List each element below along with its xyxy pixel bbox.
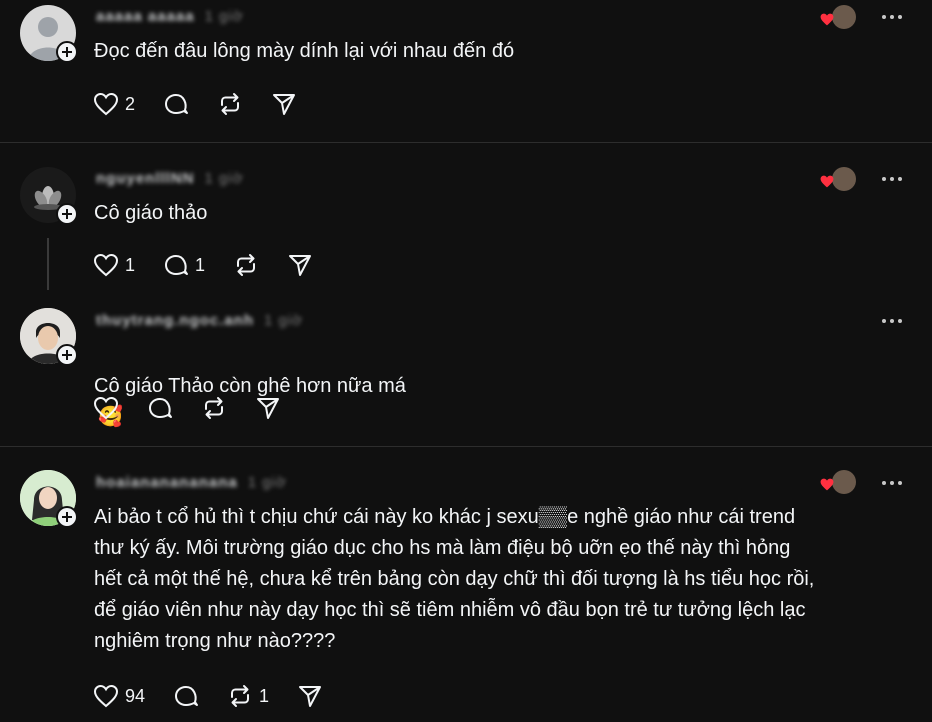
heart-outline-icon bbox=[93, 684, 119, 708]
author-liked-badge bbox=[820, 5, 856, 35]
more-dots-icon[interactable] bbox=[880, 172, 904, 186]
username[interactable]: nguyenlllNN 1 giờ bbox=[96, 170, 244, 188]
username[interactable]: thuytrang.ngoc.anh 1 giờ bbox=[96, 312, 303, 330]
like-count: 2 bbox=[125, 93, 136, 114]
action-bar: 2 bbox=[93, 90, 325, 118]
comment-bubble-icon bbox=[165, 255, 189, 275]
action-bar bbox=[93, 394, 309, 422]
username[interactable]: hoaiananananana 1 giờ bbox=[96, 474, 287, 492]
follow-button[interactable] bbox=[56, 203, 78, 225]
repost-arrows-icon bbox=[231, 685, 250, 707]
comment-bubble-icon bbox=[175, 686, 199, 706]
post-3: thuytrang.ngoc.anh 1 giờ Cô giáo Thảo còn… bbox=[0, 292, 932, 446]
heart-outline-icon bbox=[93, 396, 119, 420]
post-1: aaaaa aaaaa 1 giờ Đọc đến đâu lông mày dí… bbox=[0, 0, 932, 142]
share-button[interactable] bbox=[287, 252, 313, 278]
username-text[interactable]: nguyenlllNN bbox=[96, 170, 195, 187]
action-bar: 1 1 bbox=[93, 251, 341, 279]
post-text: Đọc đến đâu lông mày dính lại với nhau đ… bbox=[94, 40, 515, 62]
action-bar: 94 1 bbox=[93, 682, 351, 710]
heart-filled-icon bbox=[820, 175, 834, 188]
send-paper-plane-icon bbox=[273, 94, 296, 115]
comment-bubble-icon bbox=[165, 94, 189, 114]
username-text[interactable]: thuytrang.ngoc.anh bbox=[96, 312, 254, 329]
reply-button[interactable]: 1 bbox=[163, 252, 205, 278]
username-text[interactable]: hoaiananananana bbox=[96, 474, 238, 491]
heart-outline-icon bbox=[93, 253, 119, 277]
post-text: Ai bảo t cổ hủ thì t chịu chứ cái này ko… bbox=[94, 506, 815, 652]
like-button[interactable] bbox=[93, 396, 119, 420]
post-time: 1 giờ bbox=[247, 474, 287, 491]
repost-button[interactable] bbox=[217, 91, 243, 117]
follow-button[interactable] bbox=[56, 506, 78, 528]
username-text[interactable]: aaaaa aaaaa bbox=[96, 8, 195, 25]
more-dots-icon[interactable] bbox=[880, 476, 904, 490]
like-count: 94 bbox=[125, 685, 146, 706]
author-liked-badge bbox=[820, 470, 856, 500]
repost-arrows-icon bbox=[205, 397, 223, 419]
avatar-wrap bbox=[20, 470, 78, 528]
plus-icon bbox=[62, 209, 72, 219]
repost-button[interactable] bbox=[201, 395, 227, 421]
like-button[interactable]: 2 bbox=[93, 92, 135, 116]
heart-filled-icon bbox=[820, 478, 834, 491]
send-paper-plane-icon bbox=[299, 686, 322, 707]
author-avatar-mini bbox=[832, 470, 856, 494]
author-liked-badge bbox=[820, 167, 856, 197]
thread-line bbox=[47, 238, 49, 290]
like-count: 1 bbox=[125, 254, 136, 275]
send-paper-plane-icon bbox=[289, 255, 312, 276]
avatar-wrap bbox=[20, 308, 78, 366]
repost-button[interactable]: 1 bbox=[227, 683, 269, 709]
avatar-wrap bbox=[20, 167, 78, 225]
plus-icon bbox=[62, 512, 72, 522]
share-button[interactable] bbox=[297, 683, 323, 709]
post-time: 1 giờ bbox=[204, 8, 244, 25]
username[interactable]: aaaaa aaaaa 1 giờ bbox=[96, 8, 244, 26]
reply-button[interactable] bbox=[147, 395, 173, 421]
reply-button[interactable] bbox=[173, 683, 199, 709]
share-button[interactable] bbox=[255, 395, 281, 421]
repost-arrows-icon bbox=[221, 93, 240, 115]
reply-count: 1 bbox=[195, 254, 206, 275]
like-button[interactable]: 94 bbox=[93, 684, 145, 708]
repost-count: 1 bbox=[259, 685, 270, 706]
post-4: hoaiananananana 1 giờ Ai bảo t cổ hủ thì … bbox=[0, 446, 932, 722]
post-text: Cô giáo thảo bbox=[94, 202, 208, 224]
reply-button[interactable] bbox=[163, 91, 189, 117]
post-time: 1 giờ bbox=[264, 312, 304, 329]
follow-button[interactable] bbox=[56, 41, 78, 63]
follow-button[interactable] bbox=[56, 344, 78, 366]
like-button[interactable]: 1 bbox=[93, 253, 135, 277]
author-avatar-mini bbox=[832, 5, 856, 29]
heart-filled-icon bbox=[820, 13, 834, 26]
more-dots-icon[interactable] bbox=[880, 314, 904, 328]
comment-bubble-icon bbox=[149, 398, 172, 418]
plus-icon bbox=[62, 350, 72, 360]
author-avatar-mini bbox=[832, 167, 856, 191]
more-dots-icon[interactable] bbox=[880, 10, 904, 24]
heart-outline-icon bbox=[93, 92, 119, 116]
send-paper-plane-icon bbox=[257, 398, 279, 419]
plus-icon bbox=[62, 47, 72, 57]
post-2: nguyenlllNN 1 giờ Cô giáo thảo 1 1 bbox=[0, 142, 932, 292]
share-button[interactable] bbox=[271, 91, 297, 117]
repost-button[interactable] bbox=[233, 252, 259, 278]
avatar-wrap bbox=[20, 5, 78, 63]
repost-arrows-icon bbox=[237, 254, 256, 276]
post-time: 1 giờ bbox=[204, 170, 244, 187]
